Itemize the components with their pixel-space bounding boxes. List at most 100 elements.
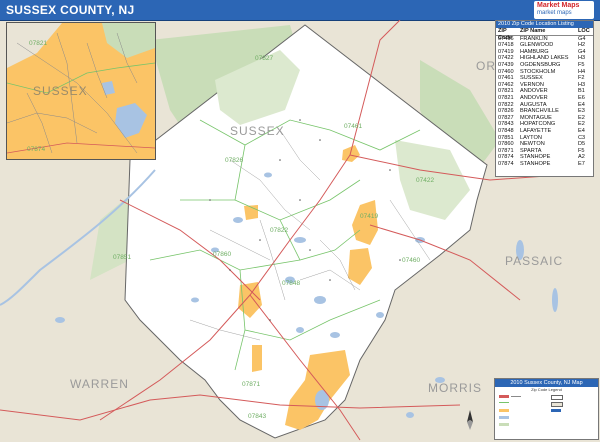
zip-table-row: 07461 SUSSEX F2: [496, 75, 593, 82]
inset-zip-label: 07821: [29, 40, 47, 47]
zip-code-cell: 07462: [498, 81, 514, 88]
lake-outside-4: [406, 412, 414, 418]
legend-swatch-row: [551, 395, 565, 400]
zip-name-cell: STOCKHOLM: [520, 68, 556, 75]
zip-code-cell: 07419: [498, 48, 514, 55]
legend-swatch-row: [499, 402, 511, 403]
legend-title: 2010 Sussex County, NJ Map: [495, 379, 598, 387]
lake-3: [294, 237, 306, 243]
map-page: SUSSEX COUNTY, NJ Market Maps market map…: [0, 0, 600, 442]
zip-code-cell: 07461: [498, 75, 514, 82]
legend-swatch-row: [551, 402, 565, 407]
legend-swatch: [499, 423, 509, 426]
zip-name-cell: LAFAYETTE: [520, 127, 552, 134]
legend-swatch: [551, 402, 563, 407]
inset-county-label: SUSSEX: [33, 84, 88, 98]
legend-swatch: [499, 395, 509, 398]
zip-code-cell: 07822: [498, 101, 514, 108]
loc-cell: D5: [578, 141, 586, 148]
neighbor-label-passaic: PASSAIC: [505, 254, 563, 268]
zip-name-cell: SPARTA: [520, 147, 542, 154]
zip-table-row: 07874 STANHOPE A2: [496, 154, 593, 161]
zip-name-cell: OGDENSBURG: [520, 61, 561, 68]
zip-table-row: 07419 HAMBURG G4: [496, 49, 593, 56]
loc-cell: F5: [578, 147, 585, 154]
zip-code-cell: 07827: [498, 114, 514, 121]
legend-swatch: [499, 402, 509, 403]
inset-zip-label: 07874: [27, 146, 45, 153]
column-header: ZIP Code: [498, 28, 512, 41]
county-label: SUSSEX: [230, 124, 285, 138]
logo-line-2: market maps: [537, 10, 572, 16]
legend-swatch: [551, 395, 563, 400]
zip-table-row: 07462 VERNON H3: [496, 82, 593, 89]
loc-cell: F5: [578, 61, 585, 68]
zip-code-cell: 07821: [498, 88, 514, 95]
zip-name-cell: ANDOVER: [520, 88, 548, 95]
zip-name-cell: AUGUSTA: [520, 101, 547, 108]
loc-cell: B1: [578, 88, 585, 95]
loc-cell: E2: [578, 121, 585, 128]
title-bar: SUSSEX COUNTY, NJ Market Maps market map…: [0, 0, 600, 21]
zip-code-cell: 07851: [498, 134, 514, 141]
zip-code-cell: 07460: [498, 68, 514, 75]
zip-code-cell: 07871: [498, 147, 514, 154]
lake-outside-2: [552, 288, 558, 312]
loc-cell: E4: [578, 101, 585, 108]
inset-map-svg: SUSSEX 07821 07874: [7, 23, 155, 159]
zip-table-row: 07822 AUGUSTA E4: [496, 102, 593, 109]
zip-name-cell: HIGHLAND LAKES: [520, 55, 569, 62]
zip-code-cell: 07843: [498, 121, 514, 128]
legend-swatch: [511, 396, 521, 397]
zip-label: 07419: [360, 213, 378, 220]
loc-cell: F2: [578, 75, 585, 82]
zip-table-row: 07439 OGDENSBURG F5: [496, 62, 593, 69]
inset-map[interactable]: SUSSEX 07821 07874: [6, 22, 156, 160]
zip-table-column-headers: ZIP Code ZIP Name LOC: [496, 28, 593, 41]
compass-rose-icon: [467, 410, 473, 430]
zip-name-cell: LAYTON: [520, 134, 542, 141]
zip-table-row: 07827 MONTAGUE E2: [496, 115, 593, 122]
logo-line-1: Market Maps: [537, 2, 580, 9]
zip-code-table: 2010 Zip Code Location Listing ZIP Code …: [495, 20, 594, 177]
zip-table-row: 07874 STANHOPE E7: [496, 161, 593, 168]
zip-name-cell: VERNON: [520, 81, 544, 88]
zip-name-cell: NEWTON: [520, 141, 545, 148]
legend-swatch-row: [499, 416, 511, 419]
loc-cell: E4: [578, 127, 585, 134]
lake-5: [314, 296, 326, 304]
zip-name-cell: HAMBURG: [520, 48, 549, 55]
zip-name-cell: BRANCHVILLE: [520, 108, 559, 115]
legend-swatch-row: [499, 423, 511, 426]
loc-cell: H4: [578, 68, 586, 75]
zip-label: 07871: [242, 381, 260, 388]
zip-table-row: 07871 SPARTA F5: [496, 148, 593, 155]
zip-table-row: 07826 BRANCHVILLE E3: [496, 108, 593, 115]
lake-10: [191, 297, 199, 303]
zip-name-cell: GLENWOOD: [520, 42, 554, 49]
zip-label: 07826: [225, 157, 243, 164]
lake-outside-5: [55, 317, 65, 323]
zip-code-cell: 07418: [498, 42, 514, 49]
zip-table-rows: 07416 FRANKLIN G4 07418 GLENWOOD H2 07419 HAMBU…: [496, 36, 593, 168]
map-title: SUSSEX COUNTY, NJ: [6, 3, 135, 17]
publisher-logo: Market Maps market maps: [534, 1, 594, 19]
neighbor-label-orange-partial: OR: [476, 59, 496, 73]
zip-name-cell: STANHOPE: [520, 154, 551, 161]
zip-label: 07851: [113, 254, 131, 261]
loc-cell: H2: [578, 42, 586, 49]
zip-code-cell: 07874: [498, 154, 514, 161]
lake-8: [376, 312, 384, 318]
zip-table-row: 07860 NEWTON D5: [496, 141, 593, 148]
zip-table-row: 07418 GLENWOOD H2: [496, 42, 593, 49]
zip-table-row: 07843 HOPATCONG E2: [496, 121, 593, 128]
zip-name-cell: SUSSEX: [520, 75, 543, 82]
loc-cell: E3: [578, 108, 585, 115]
loc-cell: A2: [578, 154, 585, 161]
loc-cell: E2: [578, 114, 585, 121]
column-header: LOC: [578, 28, 590, 34]
neighbor-label-morris: MORRIS: [428, 381, 482, 395]
zip-label: 07843: [248, 413, 266, 420]
loc-cell: H3: [578, 55, 586, 62]
urban-area-sparta: [252, 345, 262, 372]
